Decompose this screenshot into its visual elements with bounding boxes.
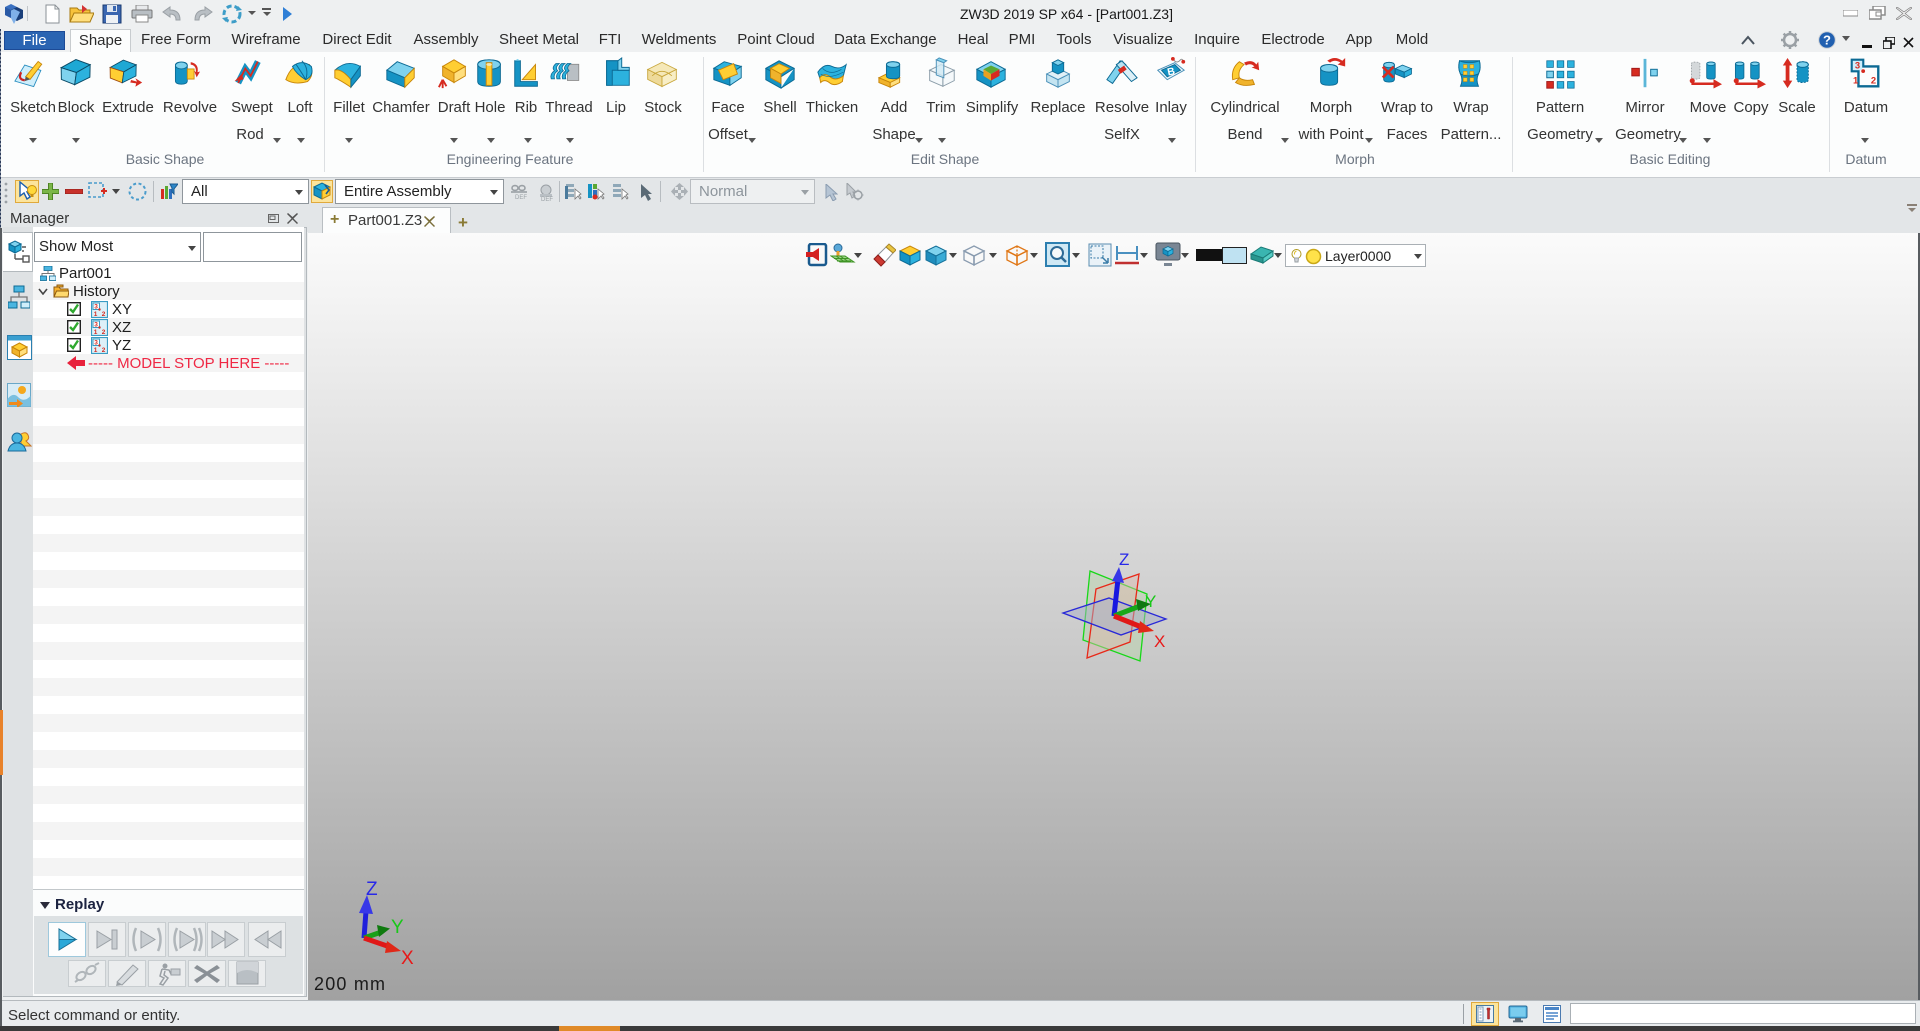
svg-text:3: 3 bbox=[94, 340, 98, 347]
svg-text:Y: Y bbox=[391, 917, 404, 938]
svg-text:2: 2 bbox=[102, 347, 106, 354]
svg-text:3: 3 bbox=[94, 304, 98, 311]
svg-text:DEF: DEF bbox=[541, 197, 553, 201]
svg-text:1: 1 bbox=[94, 347, 98, 354]
svg-text:?: ? bbox=[1823, 33, 1831, 48]
svg-text:2: 2 bbox=[102, 329, 106, 336]
svg-text:X: X bbox=[1154, 632, 1165, 651]
svg-text:3: 3 bbox=[94, 322, 98, 329]
svg-text:DEF: DEF bbox=[515, 195, 527, 200]
svg-text:Z: Z bbox=[366, 879, 378, 900]
svg-text:Z: Z bbox=[1119, 550, 1129, 569]
svg-text:Y: Y bbox=[1145, 592, 1156, 611]
svg-text:1: 1 bbox=[1853, 75, 1858, 86]
svg-text:3: 3 bbox=[1855, 60, 1860, 71]
svg-text:2: 2 bbox=[102, 311, 106, 318]
svg-text:2: 2 bbox=[1871, 75, 1876, 86]
svg-text:1: 1 bbox=[94, 311, 98, 318]
svg-text:X: X bbox=[401, 948, 414, 969]
svg-text:1: 1 bbox=[94, 329, 98, 336]
